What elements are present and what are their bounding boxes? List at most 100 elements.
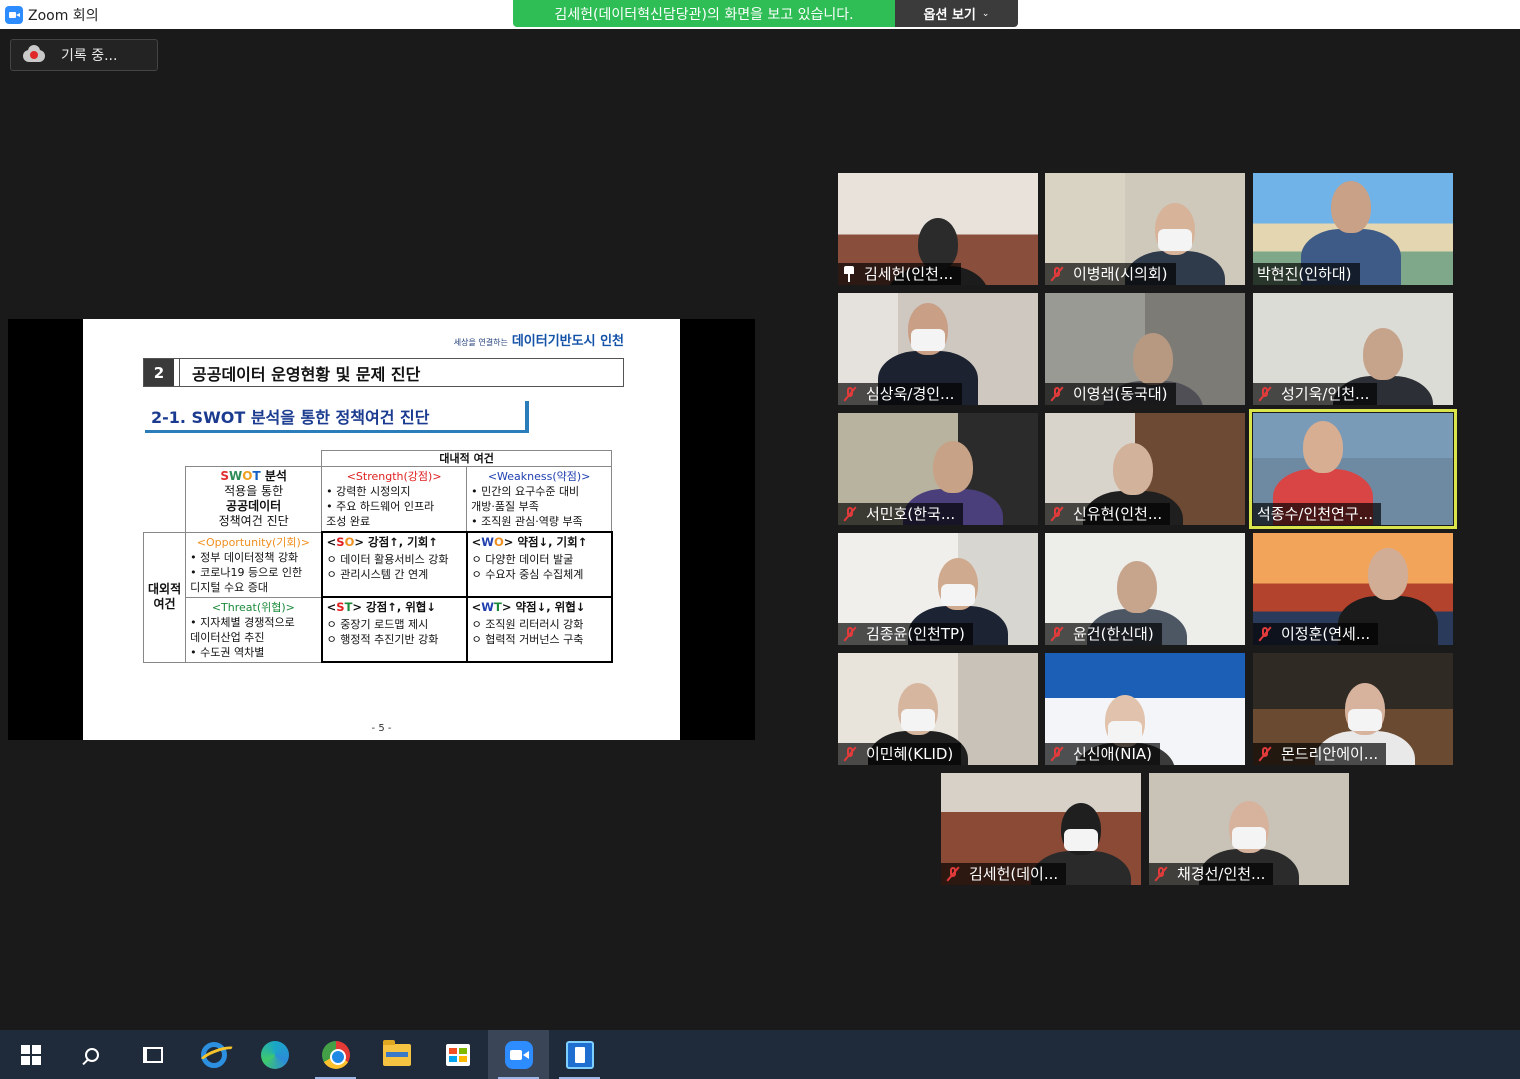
participant-video-tile[interactable]: 김세헌(데이... <box>941 773 1141 885</box>
participant-name: 윤건(한신대) <box>1073 625 1154 643</box>
participant-video-tile[interactable]: 윤건(한신대) <box>1045 533 1245 645</box>
participant-name-label: 김종윤(인천TP) <box>838 623 973 645</box>
file-explorer-button[interactable] <box>366 1030 427 1079</box>
face-mask <box>1108 721 1142 743</box>
mic-off-icon <box>842 506 858 522</box>
section-header: 2 공공데이터 운영현황 및 문제 진단 <box>143 358 624 387</box>
participant-video-tile[interactable]: 신신애(NIA) <box>1045 653 1245 765</box>
participant-video-tile[interactable]: 채경선/인천... <box>1149 773 1349 885</box>
view-options-label: 옵션 보기 <box>923 8 976 23</box>
participant-name-label: 김세헌(데이... <box>941 863 1067 885</box>
store-button[interactable] <box>427 1030 488 1079</box>
face-mask <box>1232 827 1266 849</box>
participant-face <box>1117 561 1157 613</box>
participant-name-label: 이민혜(KLID) <box>838 743 962 765</box>
zoom-button[interactable] <box>488 1030 549 1079</box>
mic-off-icon <box>1049 746 1065 762</box>
participant-name: 김종윤(인천TP) <box>866 625 965 643</box>
participant-video-tile[interactable]: 이민혜(KLID) <box>838 653 1038 765</box>
participant-video-tile[interactable]: 김종윤(인천TP) <box>838 533 1038 645</box>
participant-name-label: 신신애(NIA) <box>1045 743 1161 765</box>
participant-video-tile[interactable]: 몬드리안에이... <box>1253 653 1453 765</box>
edge-icon <box>260 1040 289 1069</box>
participant-name: 이민혜(KLID) <box>866 745 954 763</box>
participant-name: 신유현(인천... <box>1073 505 1163 523</box>
face-mask <box>941 584 975 606</box>
mic-off-icon <box>1257 746 1273 762</box>
search-button[interactable] <box>61 1030 122 1079</box>
participant-name: 김세헌(데이... <box>969 865 1059 883</box>
participant-name: 석종수/인천연구... <box>1257 505 1373 523</box>
participant-name: 박현진(인하대) <box>1257 265 1352 283</box>
participant-name: 이영섭(동국대) <box>1073 385 1168 403</box>
app-icon <box>565 1040 594 1069</box>
participant-name: 신신애(NIA) <box>1073 745 1153 763</box>
participant-name: 서민호(한국... <box>866 505 956 523</box>
mic-off-icon <box>1257 626 1273 642</box>
participant-face <box>1133 333 1173 385</box>
zoom-icon <box>504 1040 533 1069</box>
app-button[interactable] <box>549 1030 610 1079</box>
recording-label: 기록 중... <box>61 48 118 64</box>
participant-name-label: 김세헌(인천... <box>838 263 962 285</box>
internal-header: 대내적 여건 <box>321 450 613 467</box>
face-mask <box>1348 709 1382 731</box>
slide-subtitle: 2-1. SWOT 분석을 통한 정책여건 진단 <box>145 401 529 433</box>
participant-video-tile[interactable]: 신유현(인천... <box>1045 413 1245 525</box>
mic-off-icon <box>842 386 858 402</box>
mic-off-icon <box>1153 866 1169 882</box>
strength-cell: <Strength(강점)> • 강력한 시정의지 • 주요 하드웨어 인프라 … <box>321 466 468 533</box>
participant-video-tile[interactable]: 이병래(시의회) <box>1045 173 1245 285</box>
threat-cell: <Threat(위협)> • 지자체별 경쟁적으로 데이터산업 추진 • 수도권… <box>185 596 323 663</box>
participant-video-tile[interactable]: 심상욱/경인... <box>838 293 1038 405</box>
participant-video-tile[interactable]: 김세헌(인천... <box>838 173 1038 285</box>
start-button[interactable] <box>0 1030 61 1079</box>
internet-explorer-icon <box>200 1041 227 1068</box>
participant-video-tile[interactable]: 성기욱/인천... <box>1253 293 1453 405</box>
recording-indicator[interactable]: 기록 중... <box>10 39 158 71</box>
participant-video-tile[interactable]: 이정훈(연세... <box>1253 533 1453 645</box>
windows-logo-icon <box>20 1044 41 1065</box>
section-number: 2 <box>144 359 174 386</box>
participant-name-label: 이정훈(연세... <box>1253 623 1379 645</box>
participant-name-label: 박현진(인하대) <box>1253 263 1360 285</box>
zoom-app-icon <box>5 5 23 24</box>
swot-table: 대내적 여건 SWOT 분석 적용을 통한 공공데이터 정책여건 진단 <Str… <box>142 450 613 663</box>
search-icon <box>84 1047 99 1062</box>
face-mask <box>901 709 935 731</box>
face-mask <box>911 329 945 351</box>
participant-name: 김세헌(인천... <box>864 265 954 283</box>
participant-video-tile[interactable]: 서민호(한국... <box>838 413 1038 525</box>
chevron-down-icon: ⌄ <box>981 8 990 19</box>
participant-face <box>1303 421 1343 473</box>
opportunity-cell: <Opportunity(기회)> • 정부 데이터정책 강화 • 코로나19 … <box>185 531 323 598</box>
participant-name-label: 서민호(한국... <box>838 503 964 525</box>
participant-face <box>1113 443 1153 495</box>
participant-face <box>1331 181 1371 233</box>
pin-icon <box>842 266 856 282</box>
st-strategy-cell: <ST> 강점↑, 위협↓ ㅇ 중장기 로드맵 제시 ㅇ 행정적 추진기반 강화 <box>320 596 468 663</box>
face-mask <box>1158 229 1192 251</box>
mic-off-icon <box>842 746 858 762</box>
internet-explorer-button[interactable] <box>183 1030 244 1079</box>
participant-video-tile[interactable]: 박현진(인하대) <box>1253 173 1453 285</box>
mic-off-icon <box>945 866 961 882</box>
participant-name-label: 이병래(시의회) <box>1045 263 1176 285</box>
participant-video-tile[interactable]: 이영섭(동국대) <box>1045 293 1245 405</box>
participant-name-label: 윤건(한신대) <box>1045 623 1162 645</box>
presentation-slide: 세상을 연결하는 데이터기반도시 인천 2 공공데이터 운영현황 및 문제 진단 … <box>83 319 680 740</box>
mic-off-icon <box>1049 386 1065 402</box>
task-view-button[interactable] <box>122 1030 183 1079</box>
swot-intro: SWOT 분석 적용을 통한 공공데이터 정책여건 진단 <box>185 466 323 533</box>
face-mask <box>1064 829 1098 851</box>
mic-off-icon <box>1049 506 1065 522</box>
participant-face <box>1363 328 1403 380</box>
shared-screen[interactable]: 세상을 연결하는 데이터기반도시 인천 2 공공데이터 운영현황 및 문제 진단 … <box>8 319 755 740</box>
view-options-button[interactable]: 옵션 보기 ⌄ <box>895 0 1018 27</box>
participant-video-tile[interactable]: 석종수/인천연구... <box>1249 409 1457 529</box>
windows-taskbar <box>0 1030 1520 1079</box>
edge-button[interactable] <box>244 1030 305 1079</box>
participant-face <box>933 441 973 493</box>
chrome-icon <box>321 1040 350 1069</box>
chrome-button[interactable] <box>305 1030 366 1079</box>
